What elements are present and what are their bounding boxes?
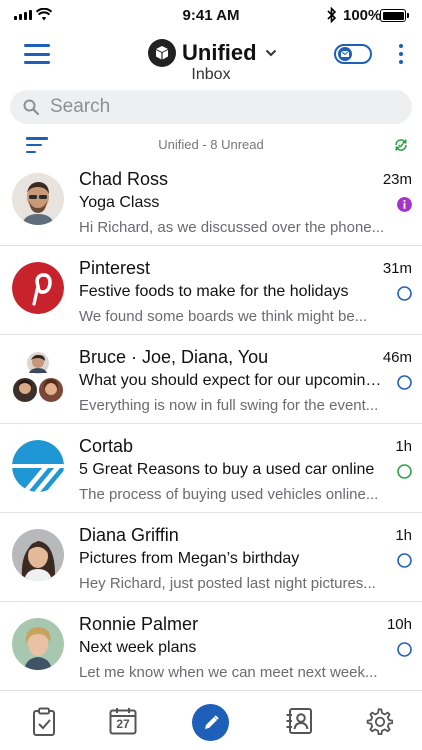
message-preview: Hey Richard, just posted last night pict… bbox=[79, 575, 376, 592]
avatar bbox=[12, 173, 64, 225]
calendar-day: 27 bbox=[116, 717, 130, 731]
unread-indicator-icon[interactable] bbox=[397, 642, 412, 657]
message-preview: Everything is now in full swing for the … bbox=[79, 397, 379, 414]
group-avatar bbox=[12, 351, 64, 403]
sender-name: Ronnie Palmer bbox=[79, 614, 199, 634]
message-row[interactable]: Cortab 1h 5 Great Reasons to buy a used … bbox=[0, 424, 422, 513]
message-subject: Festive foods to make for the holidays bbox=[79, 283, 349, 300]
sender-name: Bruce · Joe, Diana, You bbox=[79, 347, 269, 367]
account-switcher[interactable]: Unified bbox=[148, 38, 277, 68]
message-subject: Pictures from Megan’s birthday bbox=[79, 550, 300, 567]
sender-name: Cortab bbox=[79, 436, 134, 456]
sender-name: Diana Griffin bbox=[79, 525, 179, 545]
page-subtitle: Inbox bbox=[191, 66, 231, 83]
pencil-icon bbox=[204, 714, 219, 729]
sender-name: Pinterest bbox=[79, 258, 151, 278]
message-subject: Next week plans bbox=[79, 639, 197, 656]
message-list: Chad Ross 23m Yoga Class Hi Richard, as … bbox=[0, 157, 422, 691]
message-subject: 5 Great Reasons to buy a used car online bbox=[79, 461, 375, 478]
avatar bbox=[12, 618, 64, 670]
search-placeholder: Search bbox=[50, 96, 111, 117]
settings-gear-icon[interactable] bbox=[365, 707, 393, 735]
message-time: 23m bbox=[382, 171, 412, 188]
message-preview: Let me know when we can meet next week..… bbox=[79, 664, 378, 681]
message-time: 31m bbox=[382, 260, 412, 277]
unread-indicator-icon[interactable] bbox=[397, 286, 412, 301]
message-row[interactable]: Pinterest 31m Festive foods to make for … bbox=[0, 246, 422, 335]
message-preview: The process of buying used vehicles onli… bbox=[79, 486, 379, 503]
pinterest-logo-icon bbox=[12, 262, 64, 314]
search-input[interactable]: Search bbox=[10, 90, 412, 124]
message-preview: Hi Richard, as we discussed over the pho… bbox=[79, 219, 385, 236]
sync-icon[interactable] bbox=[393, 137, 409, 153]
unified-box-icon bbox=[148, 39, 176, 67]
battery-icon bbox=[380, 9, 409, 22]
unread-indicator-icon[interactable] bbox=[397, 464, 412, 479]
message-row[interactable]: Chad Ross 23m Yoga Class Hi Richard, as … bbox=[0, 157, 422, 246]
message-time: 1h bbox=[395, 527, 412, 544]
bluetooth-icon bbox=[327, 7, 337, 23]
message-subject: Yoga Class bbox=[79, 194, 160, 211]
message-time: 1h bbox=[395, 438, 412, 455]
calendar-icon[interactable]: 27 bbox=[109, 707, 137, 735]
compose-button[interactable] bbox=[192, 704, 229, 741]
status-bar: 9:41 AM 100% bbox=[0, 0, 422, 32]
chevron-down-icon bbox=[265, 49, 276, 57]
message-subject: What you should expect for our upcoming … bbox=[79, 372, 384, 389]
avatar bbox=[12, 529, 64, 581]
message-row[interactable]: Ronnie Palmer 10h Next week plans Let me… bbox=[0, 602, 422, 691]
mail-icon bbox=[338, 47, 352, 61]
focused-inbox-toggle[interactable] bbox=[334, 44, 372, 64]
unread-count-label: Unified - 8 Unread bbox=[158, 137, 264, 152]
more-options-icon[interactable] bbox=[398, 44, 404, 64]
unread-indicator-icon[interactable] bbox=[397, 375, 412, 390]
message-row[interactable]: Diana Griffin 1h Pictures from Megan’s b… bbox=[0, 513, 422, 602]
message-row[interactable]: Bruce · Joe, Diana, You 46m What you sho… bbox=[0, 335, 422, 424]
cortab-logo-icon bbox=[12, 440, 64, 492]
info-badge-icon bbox=[397, 197, 412, 212]
tab-bar: 27 bbox=[0, 690, 422, 750]
contacts-icon[interactable] bbox=[285, 707, 313, 735]
sender-name: Chad Ross bbox=[79, 169, 169, 189]
battery-percent: 100% bbox=[343, 7, 382, 24]
message-preview: We found some boards we think might be..… bbox=[79, 308, 368, 325]
page-title: Unified bbox=[182, 40, 257, 65]
menu-icon[interactable] bbox=[24, 44, 50, 64]
message-time: 10h bbox=[386, 616, 412, 633]
tasks-icon[interactable] bbox=[32, 707, 56, 737]
search-icon bbox=[23, 99, 39, 115]
message-time: 46m bbox=[382, 349, 412, 366]
unread-indicator-icon[interactable] bbox=[397, 553, 412, 568]
